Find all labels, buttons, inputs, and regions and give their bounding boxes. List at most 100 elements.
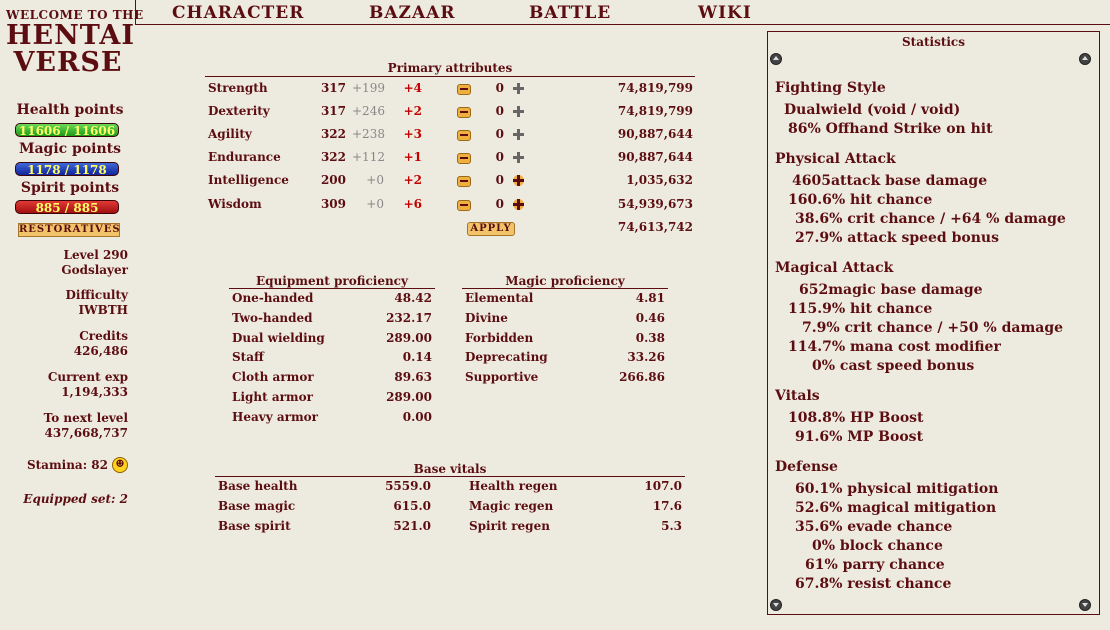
attr-decrease-button[interactable] bbox=[457, 107, 471, 118]
attr-increase-button[interactable] bbox=[513, 83, 524, 94]
scroll-up-right-icon[interactable] bbox=[1079, 53, 1091, 65]
attr-base: 322 bbox=[320, 127, 346, 141]
attr-cost: 90,887,644 bbox=[617, 127, 693, 141]
attr-alloc: 0 bbox=[495, 150, 504, 164]
scroll-down-left-icon[interactable] bbox=[770, 599, 782, 611]
attr-decrease-button[interactable] bbox=[457, 130, 471, 141]
next-level-value: 437,668,737 bbox=[44, 426, 128, 440]
nav-bazaar[interactable]: BAZAAR bbox=[369, 3, 455, 23]
magic-bar: 1178 / 1178 bbox=[15, 162, 119, 177]
attr-name: Dexterity bbox=[208, 104, 270, 118]
regen-name: Spirit regen bbox=[469, 519, 550, 533]
defense-stat: 67.8% resist chance bbox=[795, 576, 952, 592]
attr-decrease-button[interactable] bbox=[457, 176, 471, 187]
defense-stat: 52.6% magical mitigation bbox=[795, 500, 997, 516]
magical-stat: 652magic base damage bbox=[799, 282, 983, 298]
attr-increase-button[interactable] bbox=[513, 106, 524, 117]
statistics-panel: Statistics Fighting Style Dualwield (voi… bbox=[767, 31, 1100, 615]
regen-value: 17.6 bbox=[652, 499, 682, 513]
level-text: Level 290 bbox=[63, 248, 128, 262]
magic-prof-value: 0.46 bbox=[635, 311, 665, 325]
health-bar: 11606 / 11606 bbox=[15, 123, 119, 138]
difficulty-label: Difficulty bbox=[65, 288, 128, 302]
attr-increase-button[interactable] bbox=[513, 152, 524, 163]
vitals-stat: 108.8% HP Boost bbox=[788, 410, 924, 426]
attr-name: Strength bbox=[208, 81, 268, 95]
fighting-style-line: 86% Offhand Strike on hit bbox=[788, 121, 993, 137]
base-vital-name: Base magic bbox=[218, 499, 296, 513]
magical-stat: 115.9% hit chance bbox=[788, 301, 933, 317]
magical-stat: 7.9% crit chance / +50 % damage bbox=[802, 320, 1064, 336]
attr-name: Agility bbox=[208, 127, 252, 141]
credits-label: Credits bbox=[79, 329, 128, 343]
attr-bonus: +199 bbox=[352, 81, 385, 95]
health-label: Health points bbox=[16, 102, 124, 118]
base-vital-name: Base spirit bbox=[218, 519, 291, 533]
next-level-info: To next level 437,668,737 bbox=[44, 411, 128, 441]
defense-stat: 61% parry chance bbox=[805, 557, 945, 573]
magic-prof-name: Forbidden bbox=[465, 331, 534, 345]
attr-decrease-button[interactable] bbox=[457, 200, 471, 211]
attr-alloc: 0 bbox=[495, 127, 504, 141]
physical-stat: 27.9% attack speed bonus bbox=[795, 230, 999, 246]
apply-button[interactable]: APPLY bbox=[467, 222, 515, 236]
game-logo: WELCOME TO THE HENTAI VERSE bbox=[6, 8, 143, 78]
equip-prof-name: Light armor bbox=[232, 390, 313, 404]
attr-base: 322 bbox=[320, 150, 346, 164]
scroll-up-left-icon[interactable] bbox=[770, 53, 782, 65]
attr-cost: 74,819,799 bbox=[617, 104, 693, 118]
fighting-style-line: Dualwield (void / void) bbox=[784, 102, 961, 118]
exp-label: Current exp bbox=[47, 370, 128, 384]
physical-attack-heading: Physical Attack bbox=[775, 151, 896, 167]
magic-prof-value: 4.81 bbox=[635, 291, 665, 305]
magic-prof-value: 33.26 bbox=[627, 350, 665, 364]
base-vital-value: 521.0 bbox=[393, 519, 431, 533]
logo-line1: HENTAI bbox=[6, 20, 135, 51]
vitals-heading: Vitals bbox=[775, 388, 820, 404]
magic-prof-value: 266.86 bbox=[619, 370, 665, 384]
attr-mod: +6 bbox=[403, 197, 422, 211]
nav-character[interactable]: CHARACTER bbox=[172, 3, 304, 23]
attr-alloc: 0 bbox=[495, 173, 504, 187]
spirit-label: Spirit points bbox=[20, 180, 120, 196]
attr-name: Endurance bbox=[208, 150, 281, 164]
vitals-stat: 91.6% MP Boost bbox=[795, 429, 924, 445]
equip-prof-value: 0.00 bbox=[402, 410, 432, 424]
attr-bonus: +246 bbox=[352, 104, 385, 118]
level-title: Godslayer bbox=[61, 263, 128, 277]
attr-alloc: 0 bbox=[495, 81, 504, 95]
attr-alloc: 0 bbox=[495, 197, 504, 211]
restoratives-button[interactable]: RESTORATIVES bbox=[18, 223, 120, 237]
regen-value: 5.3 bbox=[661, 519, 682, 533]
attr-name: Intelligence bbox=[208, 173, 289, 187]
base-vitals-title: Base vitals bbox=[413, 462, 487, 476]
attr-increase-button[interactable] bbox=[513, 199, 524, 210]
nav-wiki[interactable]: WIKI bbox=[698, 3, 752, 23]
attr-mod: +4 bbox=[403, 81, 422, 95]
attr-cost: 90,887,644 bbox=[617, 150, 693, 164]
attr-mod: +1 bbox=[403, 150, 422, 164]
attr-decrease-button[interactable] bbox=[457, 153, 471, 164]
magical-attack-heading: Magical Attack bbox=[775, 260, 894, 276]
equip-prof-name: One-handed bbox=[232, 291, 314, 305]
attr-bonus: +0 bbox=[366, 173, 384, 187]
equip-prof-value: 232.17 bbox=[386, 311, 432, 325]
magical-stat: 0% cast speed bonus bbox=[812, 358, 975, 374]
nav-battle[interactable]: BATTLE bbox=[529, 3, 611, 23]
fighting-style-heading: Fighting Style bbox=[775, 80, 886, 96]
attr-mod: +3 bbox=[403, 127, 422, 141]
next-level-label: To next level bbox=[43, 411, 128, 425]
equip-prof-name: Dual wielding bbox=[232, 331, 325, 345]
attr-increase-button[interactable] bbox=[513, 129, 524, 140]
base-vital-value: 5559.0 bbox=[385, 479, 431, 493]
attr-decrease-button[interactable] bbox=[457, 84, 471, 95]
attr-increase-button[interactable] bbox=[513, 175, 524, 186]
total-cost: 74,613,742 bbox=[617, 220, 693, 234]
statistics-title: Statistics bbox=[901, 35, 965, 49]
scroll-down-right-icon[interactable] bbox=[1079, 599, 1091, 611]
logo-line2: VERSE bbox=[13, 47, 123, 78]
defense-heading: Defense bbox=[775, 459, 838, 475]
equipped-set: Equipped set: 2 bbox=[23, 492, 128, 506]
attr-base: 200 bbox=[320, 173, 346, 187]
magic-label: Magic points bbox=[18, 141, 122, 157]
